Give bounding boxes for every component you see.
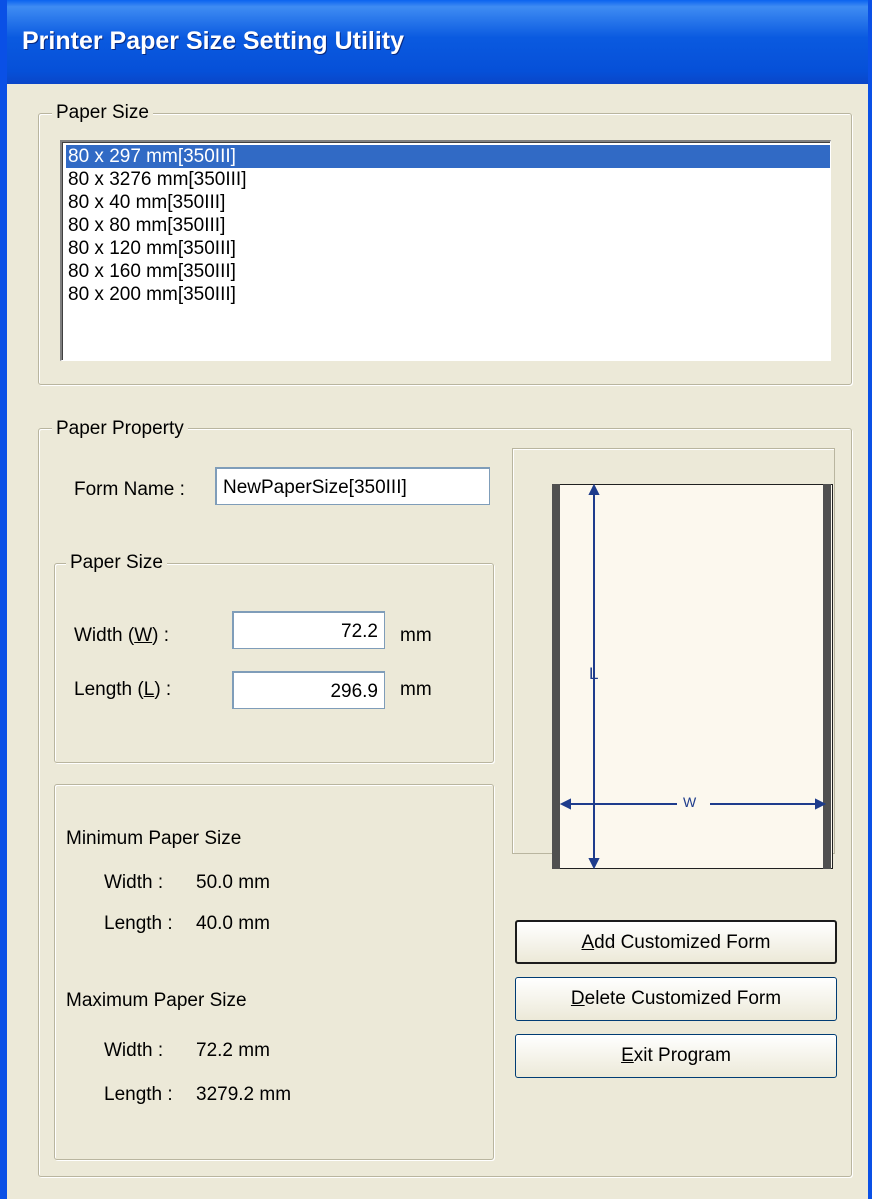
minimum-length-label: Length : (104, 913, 173, 934)
paper-dimensions-group-label: Paper Size (66, 552, 167, 574)
paper-size-list-item[interactable]: 80 x 160 mm[350III] (66, 260, 830, 283)
paper-property-group-label: Paper Property (52, 418, 188, 440)
width-marker: W (683, 794, 697, 810)
width-arrow-right (815, 798, 827, 810)
width-input[interactable]: 72.2 (232, 611, 385, 649)
maximum-length-label: Length : (104, 1084, 173, 1105)
paper-size-list-item[interactable]: 80 x 40 mm[350III] (66, 191, 830, 214)
paper-size-listbox[interactable]: 80 x 297 mm[350III] 80 x 3276 mm[350III]… (60, 140, 831, 361)
form-name-label: Form Name : (74, 479, 185, 500)
minimum-size-title: Minimum Paper Size (66, 828, 242, 849)
length-label: Length (L) : (74, 679, 172, 700)
add-customized-form-button[interactable]: Add Customized Form (515, 920, 837, 964)
width-label: Width (W) : (74, 625, 170, 646)
maximum-size-title: Maximum Paper Size (66, 990, 247, 1011)
paper-dimensions-group (54, 563, 494, 763)
paper-size-list-item[interactable]: 80 x 120 mm[350III] (66, 237, 830, 260)
exit-program-button[interactable]: Exit Program (515, 1034, 837, 1078)
paper-size-list-item[interactable]: 80 x 80 mm[350III] (66, 214, 830, 237)
title-bar[interactable]: Printer Paper Size Setting Utility (0, 0, 872, 84)
minimum-width-label: Width : (104, 872, 164, 893)
minimum-width-value: 50.0 mm (196, 872, 270, 893)
window-border-right (868, 0, 872, 1199)
minimum-length-value: 40.0 mm (196, 913, 270, 934)
paper-size-list-item[interactable]: 80 x 297 mm[350III] (66, 145, 830, 168)
maximum-length-value: 3279.2 mm (196, 1084, 292, 1105)
form-name-input[interactable]: NewPaperSize[350III] (215, 467, 490, 505)
delete-customized-form-button[interactable]: Delete Customized Form (515, 977, 837, 1021)
window-title: Printer Paper Size Setting Utility (22, 27, 405, 55)
length-arrow-bottom (588, 858, 600, 869)
maximum-width-label: Width : (104, 1040, 164, 1061)
width-arrow-left (559, 798, 571, 810)
window-border-left (0, 0, 7, 1199)
paper-size-list-item[interactable]: 80 x 3276 mm[350III] (66, 168, 830, 191)
length-input[interactable]: 296.9 (232, 671, 385, 709)
maximum-width-value: 72.2 mm (196, 1040, 270, 1061)
length-arrow-top (588, 484, 600, 495)
length-unit: mm (400, 679, 432, 700)
width-unit: mm (400, 625, 432, 646)
paper-size-list-item[interactable]: 80 x 200 mm[350III] (66, 283, 830, 306)
paper-size-group-label: Paper Size (52, 102, 153, 124)
length-marker: L (589, 664, 599, 683)
